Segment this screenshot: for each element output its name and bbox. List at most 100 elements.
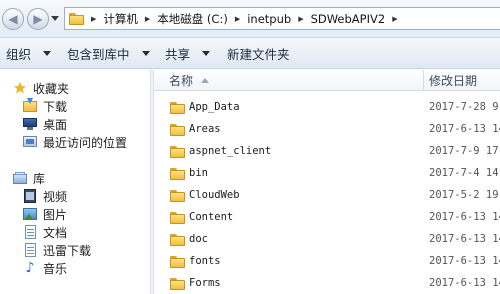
- file-name: bin: [189, 167, 208, 179]
- file-date: 2017-6-13 14: [429, 255, 500, 267]
- nav-item-pictures[interactable]: 图片: [22, 205, 67, 223]
- file-list-pane: 名称 修改日期 App_Data 2017-7-28 9: Areas 2017…: [154, 70, 500, 294]
- nav-item-label: 最近访问的位置: [43, 135, 128, 150]
- nav-item-label: 音乐: [43, 261, 68, 276]
- file-date: 2017-5-2 19:: [429, 189, 500, 201]
- nav-item-downloads[interactable]: 下载: [22, 97, 67, 115]
- download-folder-icon: [22, 98, 38, 114]
- file-name: aspnet_client: [189, 145, 272, 157]
- folder-icon: [170, 212, 185, 224]
- breadcrumb-item-inetpub[interactable]: inetpub: [246, 12, 292, 26]
- nav-item-label: 视频: [43, 189, 68, 204]
- file-name: App_Data: [189, 101, 240, 113]
- folder-icon: [170, 124, 185, 136]
- column-header-name[interactable]: 名称: [154, 70, 424, 91]
- file-name: Content: [189, 211, 234, 223]
- folder-icon: [170, 278, 185, 290]
- breadcrumb-separator-icon[interactable]: ▶: [229, 15, 246, 23]
- navigation-pane: ★ 收藏夹 下载 桌面 最近访问的位置 库 视频 图片 文档 迅雷下载 ♪ 音乐: [0, 70, 150, 294]
- folder-icon: [170, 190, 185, 202]
- file-name: Areas: [189, 123, 221, 135]
- file-row[interactable]: Forms 2017-6-13 14: [154, 274, 500, 294]
- sort-ascending-icon: [201, 78, 210, 83]
- file-date: 2017-7-4 14:: [429, 167, 500, 179]
- file-row[interactable]: Content 2017-6-13 14: [154, 208, 500, 230]
- nav-item-favorites[interactable]: ★ 收藏夹: [12, 79, 69, 97]
- desktop-icon: [22, 116, 38, 132]
- folder-icon: [170, 146, 185, 158]
- breadcrumb[interactable]: ▶ 计算机 ▶ 本地磁盘 (C:) ▶ inetpub ▶ SDWebAPIV2…: [64, 7, 500, 30]
- include-in-library-label: 包含到库中: [67, 46, 130, 62]
- file-list: App_Data 2017-7-28 9: Areas 2017-6-13 14…: [154, 98, 500, 294]
- nav-item-label: 迅雷下载: [43, 243, 92, 258]
- file-row[interactable]: fonts 2017-6-13 14: [154, 252, 500, 274]
- chevron-down-icon: [202, 50, 211, 56]
- file-name: Forms: [189, 277, 221, 289]
- breadcrumb-item-computer[interactable]: 计算机: [102, 11, 139, 27]
- nav-item-label: 收藏夹: [33, 81, 70, 96]
- nav-item-libraries[interactable]: 库: [12, 169, 45, 187]
- organize-label: 组织: [6, 46, 32, 62]
- breadcrumb-item-sdwebapiv2[interactable]: SDWebAPIV2: [310, 12, 387, 26]
- nav-item-music[interactable]: ♪ 音乐: [22, 259, 67, 277]
- file-date: 2017-6-13 14: [429, 123, 500, 135]
- column-header-row: 名称 修改日期: [154, 70, 500, 91]
- nav-item-videos[interactable]: 视频: [22, 187, 67, 205]
- recent-pages-dropdown[interactable]: [50, 14, 60, 24]
- thunder-download-icon: [22, 242, 38, 258]
- music-icon: ♪: [25, 260, 35, 276]
- file-row[interactable]: Areas 2017-6-13 14: [154, 120, 500, 142]
- folder-icon: [170, 168, 185, 180]
- folder-icon: [170, 102, 185, 114]
- address-bar: ◀ ▶ ▶ 计算机 ▶ 本地磁盘 (C:) ▶ inetpub ▶ SDWebA…: [0, 0, 500, 38]
- nav-item-label: 库: [33, 171, 46, 186]
- nav-item-label: 图片: [43, 207, 68, 222]
- share-menu-button[interactable]: 共享: [165, 44, 211, 63]
- breadcrumb-separator-icon[interactable]: ▶: [292, 15, 309, 23]
- file-row[interactable]: App_Data 2017-7-28 9:: [154, 98, 500, 120]
- organize-menu-button[interactable]: 组织: [6, 44, 52, 63]
- breadcrumb-item-local-disk[interactable]: 本地磁盘 (C:): [156, 11, 229, 27]
- new-folder-label: 新建文件夹: [227, 46, 290, 62]
- breadcrumb-separator-icon[interactable]: ▶: [386, 15, 403, 23]
- recent-places-icon: [22, 134, 38, 150]
- nav-item-documents[interactable]: 文档: [22, 223, 67, 241]
- file-row[interactable]: doc 2017-6-13 14: [154, 230, 500, 252]
- column-header-date-label: 修改日期: [429, 74, 478, 88]
- nav-item-recent-places[interactable]: 最近访问的位置: [22, 133, 127, 151]
- file-date: 2017-6-13 14: [429, 233, 500, 245]
- file-name: fonts: [189, 255, 221, 267]
- file-name: doc: [189, 233, 208, 245]
- file-date: 2017-7-28 9:: [429, 101, 500, 113]
- nav-item-label: 下载: [43, 99, 68, 114]
- file-date: 2017-6-13 14: [429, 277, 500, 289]
- column-header-name-label: 名称: [169, 74, 194, 88]
- file-row[interactable]: CloudWeb 2017-5-2 19:: [154, 186, 500, 208]
- breadcrumb-separator-icon[interactable]: ▶: [91, 15, 102, 23]
- nav-item-label: 桌面: [43, 117, 68, 132]
- nav-item-desktop[interactable]: 桌面: [22, 115, 67, 133]
- folder-icon: [170, 234, 185, 246]
- chevron-down-icon: [141, 50, 150, 56]
- pictures-icon: [22, 206, 38, 222]
- documents-icon: [22, 224, 38, 240]
- back-button[interactable]: ◀: [2, 8, 24, 30]
- star-icon: ★: [13, 79, 27, 97]
- share-label: 共享: [165, 46, 191, 62]
- breadcrumb-separator-icon[interactable]: ▶: [139, 15, 156, 23]
- column-header-date-modified[interactable]: 修改日期: [425, 70, 500, 91]
- forward-button[interactable]: ▶: [27, 8, 49, 30]
- include-in-library-menu-button[interactable]: 包含到库中: [67, 44, 150, 63]
- file-date: 2017-6-13 14: [429, 211, 500, 223]
- file-name: CloudWeb: [189, 189, 240, 201]
- new-folder-button[interactable]: 新建文件夹: [227, 44, 290, 63]
- libraries-icon: [12, 170, 28, 186]
- file-date: 2017-7-9 17:: [429, 145, 500, 157]
- command-bar: 组织 包含到库中 共享 新建文件夹: [0, 38, 500, 69]
- file-row[interactable]: aspnet_client 2017-7-9 17:: [154, 142, 500, 164]
- folder-icon: [170, 256, 185, 268]
- nav-item-label: 文档: [43, 225, 68, 240]
- file-row[interactable]: bin 2017-7-4 14:: [154, 164, 500, 186]
- nav-item-thunder-downloads[interactable]: 迅雷下载: [22, 241, 91, 259]
- video-icon: [22, 188, 38, 204]
